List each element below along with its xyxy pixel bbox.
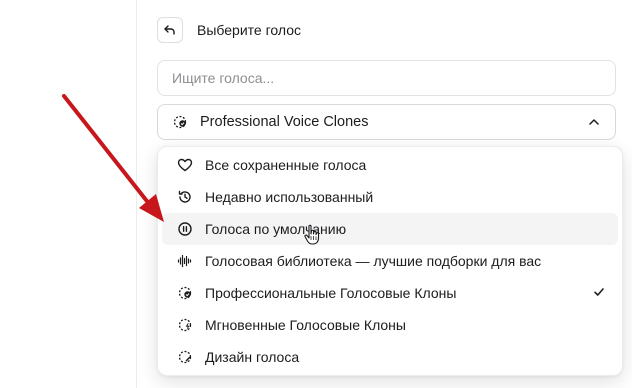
voice-category-menu: Все сохраненные голоса Недавно использов… <box>157 146 623 376</box>
professional-clone-icon <box>173 115 187 129</box>
menu-item-default[interactable]: Голоса по умолчанию <box>162 213 618 245</box>
select-label: Professional Voice Clones <box>200 114 369 130</box>
menu-item-label: Дизайн голоса <box>205 349 300 365</box>
menu-item-label: Все сохраненные голоса <box>205 157 367 173</box>
menu-item-label: Мгновенные Голосовые Клоны <box>205 317 406 333</box>
instant-clone-icon <box>176 316 194 334</box>
menu-item-professional[interactable]: Профессиональные Голосовые Клоны <box>162 277 618 309</box>
pause-circle-icon <box>176 220 194 238</box>
menu-item-library[interactable]: Голосовая библиотека — лучшие подборки д… <box>162 245 618 277</box>
check-icon <box>594 288 604 296</box>
search-input[interactable] <box>170 69 603 87</box>
heart-icon <box>176 156 194 174</box>
menu-item-label: Голосовая библиотека — лучшие подборки д… <box>205 253 542 269</box>
menu-item-recent[interactable]: Недавно использованный <box>162 181 618 213</box>
hand-cursor-icon <box>304 224 320 245</box>
menu-item-instant[interactable]: Мгновенные Голосовые Клоны <box>162 309 618 341</box>
search-field[interactable] <box>157 60 616 96</box>
page-title: Выберите голос <box>197 22 301 38</box>
voice-category-select[interactable]: Professional Voice Clones <box>157 104 616 140</box>
history-icon <box>176 188 194 206</box>
menu-item-label: Голоса по умолчанию <box>205 221 347 237</box>
menu-item-label: Профессиональные Голосовые Клоны <box>205 285 457 301</box>
header: Выберите голос <box>157 16 301 44</box>
chevron-up-icon <box>589 119 599 125</box>
menu-item-label: Недавно использованный <box>205 189 374 205</box>
voice-design-icon <box>176 348 194 366</box>
left-pane <box>0 0 137 388</box>
professional-clone-icon <box>176 284 194 302</box>
back-arrow-icon <box>164 25 175 35</box>
menu-item-saved[interactable]: Все сохраненные голоса <box>162 149 618 181</box>
menu-item-design[interactable]: Дизайн голоса <box>162 341 618 373</box>
waveform-icon <box>176 252 194 270</box>
back-button[interactable] <box>157 17 183 43</box>
